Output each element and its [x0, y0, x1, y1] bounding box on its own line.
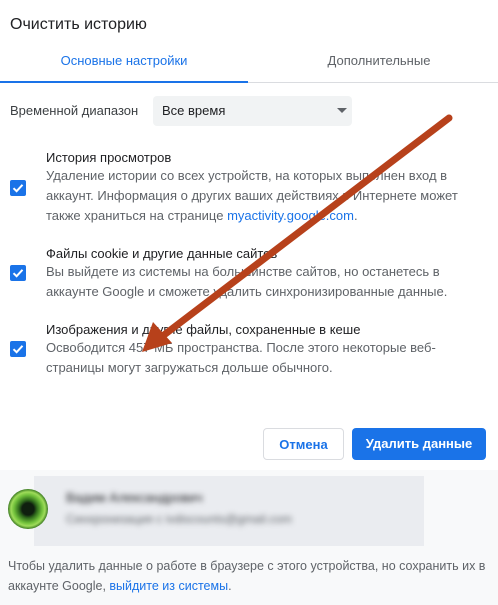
delete-data-button[interactable]: Удалить данные — [352, 428, 486, 460]
clear-history-dialog: Очистить историю Основные настройки Допо… — [0, 0, 498, 470]
dialog-footer: Вадим Александрович Синхронизация с ivdi… — [0, 470, 498, 605]
option-title: Файлы cookie и другие данные сайтов — [46, 246, 278, 261]
option-description-end: . — [353, 208, 358, 223]
tab-advanced-settings-label: Дополнительные — [327, 53, 431, 68]
account-row: Вадим Александрович Синхронизация с ivdi… — [0, 470, 498, 548]
tab-bar: Основные настройки Дополнительные — [0, 44, 498, 83]
tab-advanced-settings[interactable]: Дополнительные — [260, 44, 498, 82]
checkmark-icon — [12, 269, 24, 278]
option-title: История просмотров — [46, 150, 172, 165]
checkmark-icon — [12, 184, 24, 193]
account-name: Вадим Александрович — [66, 490, 203, 505]
option-description: Удаление истории со всех устройств, на к… — [46, 166, 476, 226]
myactivity-link[interactable]: myactivity.google.com — [227, 208, 354, 223]
account-sync-status: Синхронизация с ivdiscounts@gmail.com — [66, 512, 292, 526]
cancel-button[interactable]: Отмена — [263, 428, 344, 460]
footer-note-text: Чтобы удалить данные о работе в браузере… — [8, 559, 486, 593]
checkbox-cache[interactable] — [10, 341, 26, 357]
tab-basic-settings-label: Основные настройки — [60, 53, 188, 68]
option-description: Освободится 457 МБ пространства. После э… — [46, 340, 436, 375]
active-tab-indicator — [0, 81, 248, 83]
tab-basic-settings[interactable]: Основные настройки — [0, 44, 248, 83]
avatar — [8, 489, 48, 529]
time-range-row: Временной диапазон Все время — [10, 96, 490, 126]
footer-note-end: . — [228, 579, 232, 593]
checkbox-cookies[interactable] — [10, 265, 26, 281]
footer-note: Чтобы удалить данные о работе в браузере… — [8, 556, 492, 596]
checkbox-browsing-history[interactable] — [10, 180, 26, 196]
option-description: Вы выйдете из системы на большинстве сай… — [46, 264, 448, 299]
time-range-select[interactable]: Все время — [153, 96, 352, 126]
dialog-title: Очистить историю — [10, 16, 147, 33]
time-range-label: Временной диапазон — [10, 103, 139, 118]
sign-out-link[interactable]: выйдите из системы — [109, 579, 228, 593]
blurred-account-panel — [34, 476, 424, 546]
dropdown-arrow-icon — [337, 108, 347, 113]
option-title: Изображения и другие файлы, сохраненные … — [46, 322, 361, 337]
time-range-value: Все время — [162, 103, 226, 118]
checkmark-icon — [12, 345, 24, 354]
